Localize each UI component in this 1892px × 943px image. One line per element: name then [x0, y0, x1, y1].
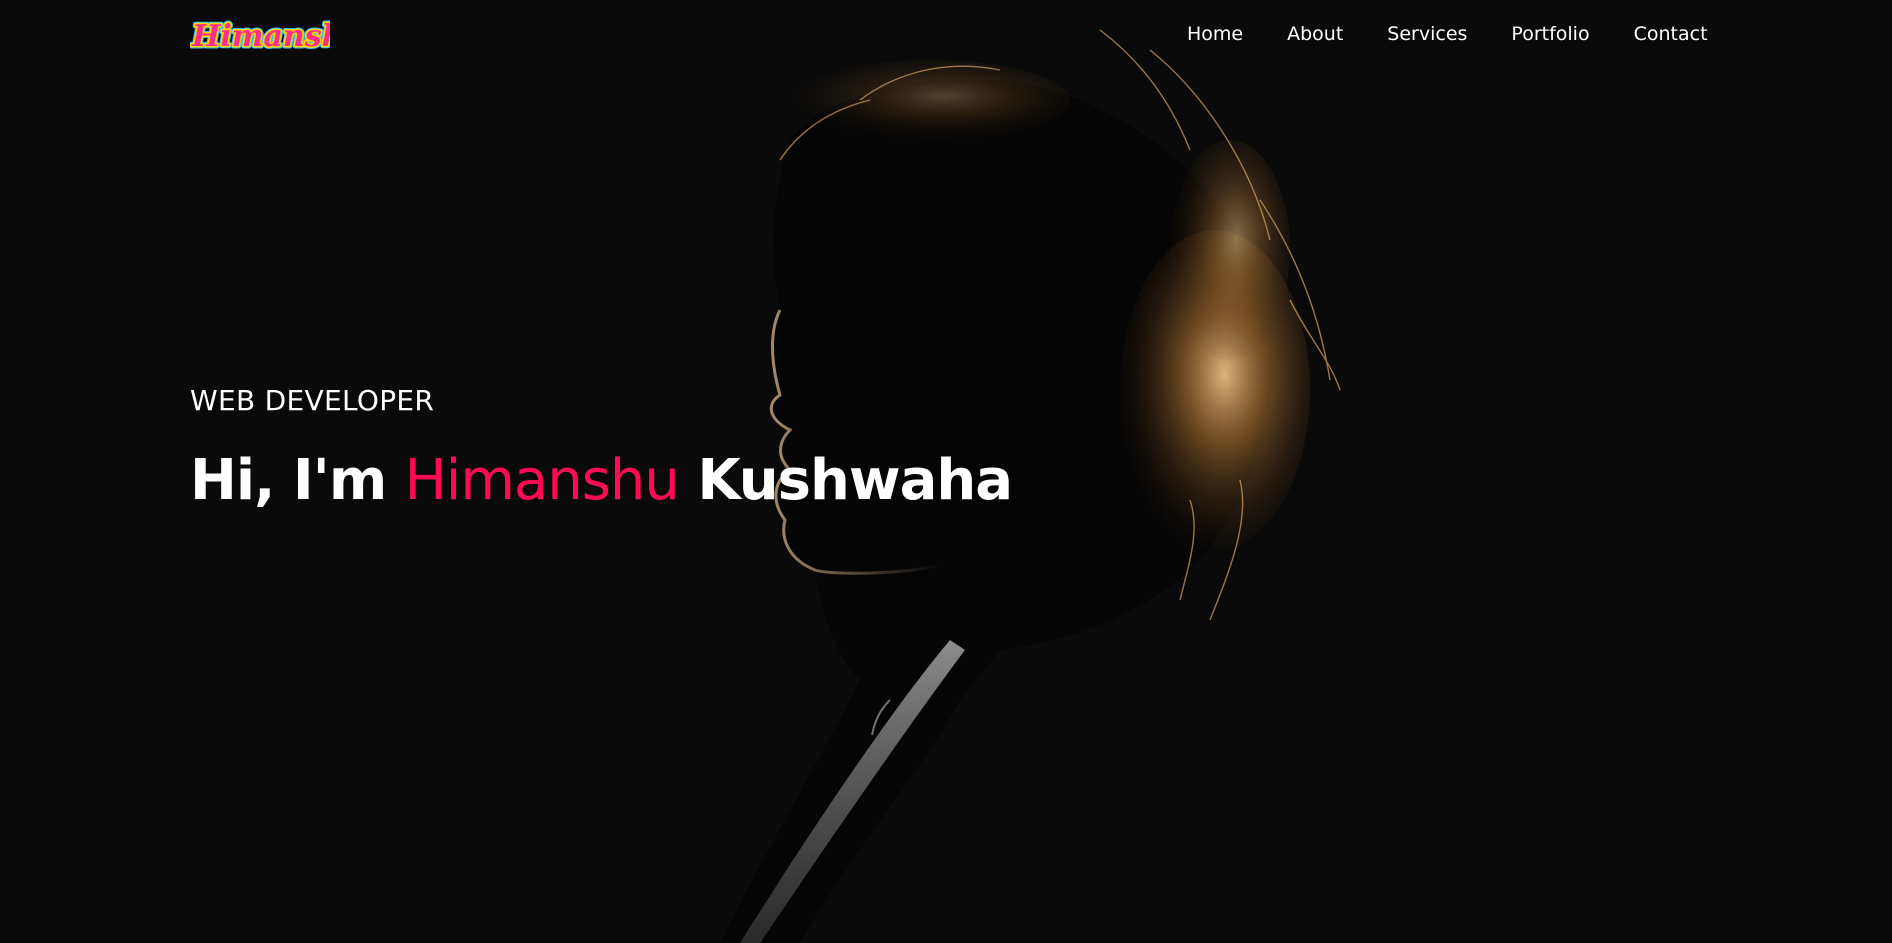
- nav-contact-link[interactable]: Contact: [1634, 22, 1708, 46]
- svg-text:Himanshu: Himanshu: [191, 19, 330, 54]
- hero-heading: Hi, I'm Himanshu Kushwaha: [190, 447, 1013, 515]
- main-nav: Home About Services Portfolio Contact: [1187, 22, 1708, 46]
- hero-first-name: Himanshu: [404, 448, 680, 513]
- hero-section: WEB DEVELOPER Hi, I'm Himanshu Kushwaha: [190, 383, 1013, 515]
- hero-role-text: WEB DEVELOPER: [190, 384, 435, 417]
- hero-greeting: Hi, I'm: [190, 448, 387, 513]
- site-header: Himanshu Himanshu Himanshu Home About Se…: [0, 0, 1892, 70]
- nav-home-link[interactable]: Home: [1187, 22, 1243, 46]
- nav-services-link[interactable]: Services: [1387, 22, 1467, 46]
- nav-portfolio-link[interactable]: Portfolio: [1511, 22, 1589, 46]
- brand-logo[interactable]: Himanshu Himanshu Himanshu: [190, 10, 330, 58]
- hero-last-name: Kushwaha: [697, 448, 1013, 513]
- nav-about-link[interactable]: About: [1287, 22, 1343, 46]
